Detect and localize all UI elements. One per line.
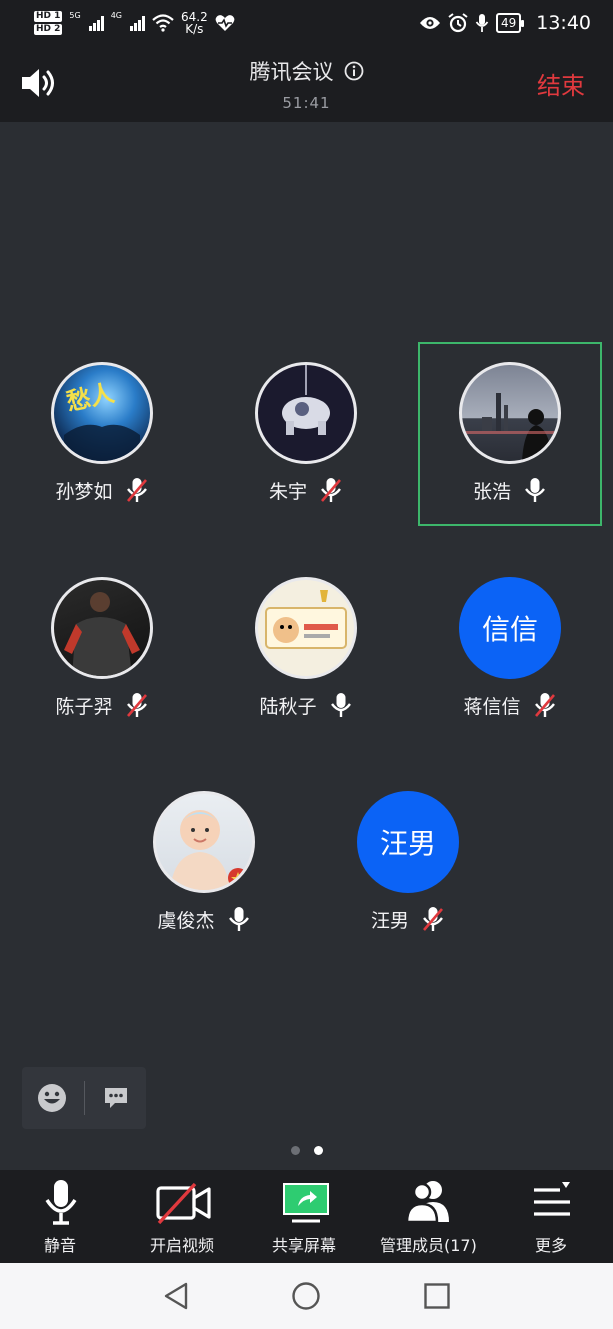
manage-members-label: 管理成员(17) <box>380 1236 477 1255</box>
participant-name: 蒋信信 <box>463 695 521 718</box>
participant-name: 陆秋子 <box>259 695 317 718</box>
microphone-icon <box>45 1180 77 1225</box>
network-5g-label: 5G <box>69 11 81 20</box>
meeting-title[interactable]: 腾讯会议 <box>250 56 334 86</box>
participant-name: 汪男 <box>370 909 409 932</box>
page-indicator <box>0 1146 613 1155</box>
reaction-chat-panel <box>22 1067 146 1129</box>
share-screen-icon <box>283 1183 329 1223</box>
battery-indicator: 49 <box>495 13 525 33</box>
participant-name: 张浩 <box>472 480 511 503</box>
mic-muted-icon <box>126 478 147 502</box>
mic-on-icon <box>525 478 545 502</box>
participant-tile[interactable]: 愁人 孙梦如 <box>10 342 194 526</box>
home-icon[interactable] <box>291 1281 321 1311</box>
avatar-initials: 汪男 <box>357 791 459 893</box>
emoji-icon[interactable] <box>37 1083 67 1113</box>
mic-muted-icon <box>126 693 147 717</box>
more-menu-icon <box>534 1182 570 1216</box>
mic-on-icon <box>330 693 351 717</box>
alarm-icon <box>448 13 468 33</box>
system-navigation-bar <box>0 1263 613 1329</box>
participant-tile[interactable]: 虞俊杰 <box>112 771 296 955</box>
svg-text:愁人: 愁人 <box>64 379 117 416</box>
manage-members-button[interactable]: 管理成员(17) <box>376 1170 484 1263</box>
network-speed: 64.2 K/s <box>181 11 208 35</box>
participant-tile[interactable]: 汪男 汪男 <box>316 771 500 955</box>
signal-icon <box>88 15 104 31</box>
participant-tile[interactable]: 陆秋子 <box>214 557 398 741</box>
eye-icon <box>419 17 440 29</box>
page-dot[interactable] <box>290 1146 300 1155</box>
participant-name: 孙梦如 <box>55 480 113 503</box>
hd-indicator: HD 1 HD 2 <box>34 11 63 35</box>
start-video-button[interactable]: 开启视频 <box>140 1170 228 1263</box>
avatar <box>255 362 357 464</box>
meeting-header: 腾讯会议 51:41 结束 <box>0 46 613 122</box>
more-button[interactable]: 更多 <box>522 1170 582 1263</box>
participant-tile[interactable]: 朱宇 <box>214 342 398 526</box>
hd2-badge: HD 2 <box>34 24 63 35</box>
participant-name: 陈子羿 <box>55 695 113 718</box>
divider <box>84 1081 85 1115</box>
speed-unit: K/s <box>185 22 204 36</box>
network-4g-label: 4G <box>110 11 122 20</box>
participant-tile[interactable]: 陈子羿 <box>10 557 194 741</box>
mic-on-icon <box>228 907 249 931</box>
participant-tile-active-speaker[interactable]: 张浩 <box>418 342 602 526</box>
participant-name: 朱宇 <box>268 480 307 503</box>
members-icon <box>405 1181 449 1224</box>
signal-icon <box>130 15 145 31</box>
heart-rate-icon <box>215 15 235 31</box>
mic-muted-icon <box>423 907 443 931</box>
mute-label: 静音 <box>44 1236 77 1255</box>
mute-button[interactable]: 静音 <box>22 1170 100 1263</box>
share-screen-button[interactable]: 共享屏幕 <box>262 1170 350 1263</box>
avatar <box>51 577 153 679</box>
hd1-badge: HD 1 <box>34 11 63 22</box>
info-icon[interactable] <box>344 61 364 81</box>
participant-name: 虞俊杰 <box>157 909 215 932</box>
battery-level: 49 <box>500 16 517 30</box>
avatar: 愁人 <box>51 362 153 464</box>
meeting-toolbar: 静音 开启视频 共享屏幕 管理成员(17) 更多 <box>0 1170 613 1263</box>
mic-muted-icon <box>321 478 341 502</box>
avatar-initials: 信信 <box>459 577 561 679</box>
participant-tile[interactable]: 信信 蒋信信 <box>418 557 602 741</box>
mic-muted-icon <box>534 693 555 717</box>
mic-status-icon <box>475 14 489 32</box>
video-off-icon <box>156 1182 211 1225</box>
avatar <box>255 577 357 679</box>
status-bar: HD 1 HD 2 5G 4G 64.2 K/s 49 13:40 <box>0 0 613 46</box>
avatar <box>153 791 255 893</box>
chat-icon[interactable] <box>103 1086 129 1110</box>
more-label: 更多 <box>535 1236 568 1255</box>
share-screen-label: 共享屏幕 <box>272 1236 337 1255</box>
back-icon[interactable] <box>162 1281 190 1311</box>
recents-icon[interactable] <box>423 1282 451 1310</box>
clock: 13:40 <box>536 12 591 34</box>
start-video-label: 开启视频 <box>150 1236 215 1255</box>
wifi-icon <box>152 14 174 32</box>
meeting-timer: 51:41 <box>282 94 331 112</box>
avatar <box>459 362 561 464</box>
end-meeting-button[interactable]: 结束 <box>537 66 585 101</box>
page-dot-active[interactable] <box>313 1146 323 1155</box>
